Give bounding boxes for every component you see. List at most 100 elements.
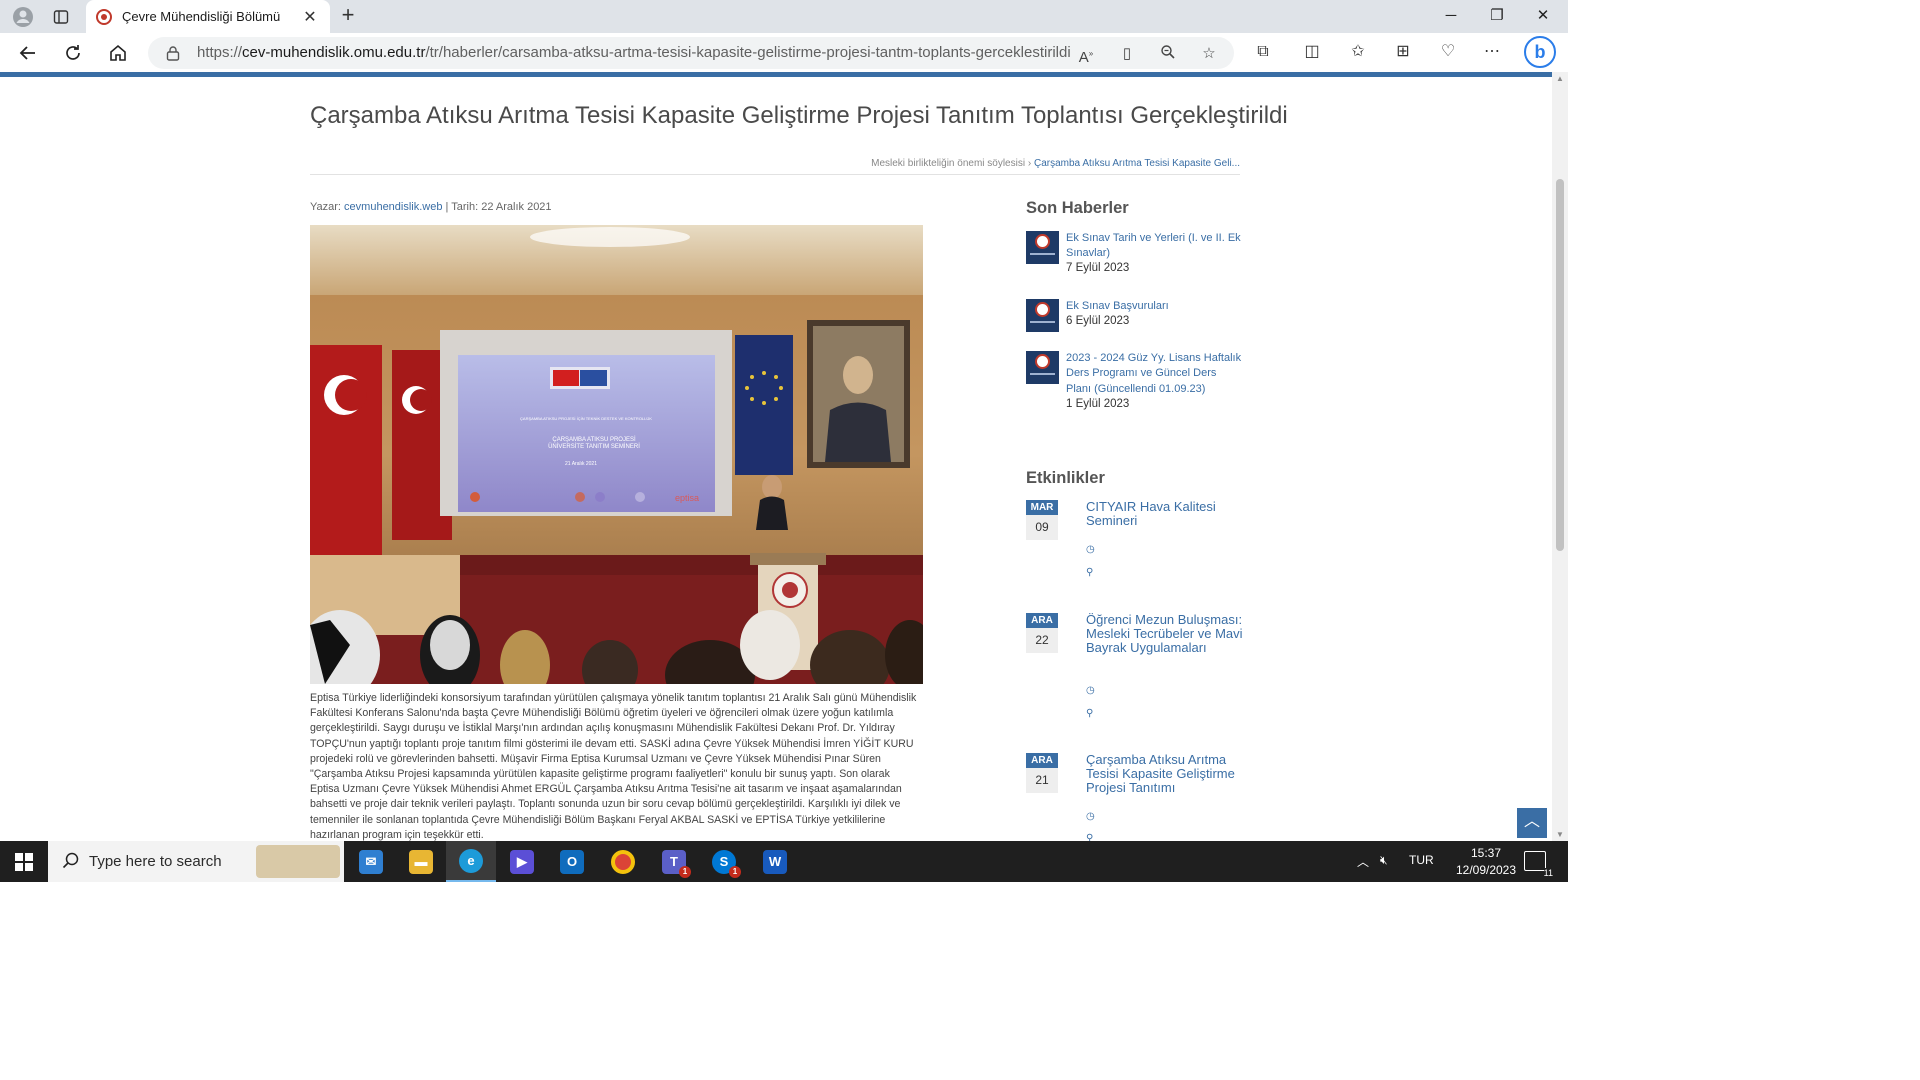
bing-icon[interactable]: b bbox=[1524, 36, 1556, 68]
favorites-icon[interactable]: ✩ bbox=[1347, 41, 1369, 63]
teams-icon[interactable]: T1 bbox=[649, 841, 699, 882]
search-highlight-image bbox=[256, 845, 340, 878]
lock-icon[interactable] bbox=[166, 45, 180, 61]
extensions-icon[interactable]: ⧉ bbox=[1252, 41, 1274, 63]
performance-icon[interactable]: ♡ bbox=[1437, 41, 1459, 63]
url-field[interactable]: https://cev-muhendislik.omu.edu.tr/tr/ha… bbox=[148, 37, 1234, 69]
event-month: ARA bbox=[1026, 613, 1058, 628]
tab-title: Çevre Mühendisliği Bölümü bbox=[122, 9, 281, 24]
author-label: Yazar: bbox=[310, 201, 341, 213]
word-icon[interactable]: W bbox=[750, 841, 800, 882]
article-meta: Yazar: cevmuhendislik.web | Tarih: 22 Ar… bbox=[310, 201, 552, 213]
event-title[interactable]: Öğrenci Mezun Buluşması: Mesleki Tecrübe… bbox=[1086, 612, 1244, 656]
breadcrumb-separator: › bbox=[1027, 158, 1032, 169]
file-explorer-icon[interactable]: ▬ bbox=[396, 841, 446, 882]
news-heading: Son Haberler bbox=[1026, 199, 1129, 217]
news-title[interactable]: Ek Sınav Tarih ve Yerleri (I. ve II. Ek … bbox=[1066, 231, 1242, 262]
chevron-up-icon[interactable]: ︿ bbox=[1357, 853, 1369, 870]
more-icon[interactable]: ⋯ bbox=[1481, 41, 1503, 63]
date-label: | Tarih: 22 Aralık 2021 bbox=[445, 201, 552, 213]
immersive-reader-icon[interactable]: ▯ bbox=[1117, 44, 1137, 64]
outlook-icon[interactable]: O bbox=[547, 841, 597, 882]
clock-icon: ◷ bbox=[1086, 544, 1095, 555]
scroll-down-icon[interactable]: ▼ bbox=[1556, 830, 1564, 839]
page-scrollbar[interactable]: ▲ ▼ bbox=[1552, 72, 1568, 841]
event-day: 09 bbox=[1026, 515, 1058, 540]
news-date: 7 Eylül 2023 bbox=[1066, 262, 1130, 274]
article-body: Eptisa Türkiye liderliğindeki konsorsiyu… bbox=[310, 692, 917, 841]
scroll-up-icon[interactable]: ▲ bbox=[1556, 74, 1564, 83]
slide-line-1: ÇARŞAMBA ATIKSU PROJESİ İÇİN TEKNİK DEST… bbox=[520, 416, 652, 421]
news-date: 6 Eylül 2023 bbox=[1066, 315, 1130, 327]
windows-start-button[interactable] bbox=[0, 841, 48, 882]
clock-icon: ◷ bbox=[1086, 685, 1095, 696]
read-aloud-icon[interactable]: A» bbox=[1076, 44, 1096, 66]
favorite-star-icon[interactable]: ☆ bbox=[1199, 44, 1219, 64]
breadcrumb-current[interactable]: Çarşamba Atıksu Arıtma Tesisi Kapasite G… bbox=[1034, 158, 1240, 169]
skype-badge: 1 bbox=[729, 865, 741, 878]
page-title: Çarşamba Atıksu Arıtma Tesisi Kapasite G… bbox=[310, 102, 1288, 129]
breadcrumb: Mesleki birlikteliğin önemi söylesisi › … bbox=[871, 158, 1240, 169]
news-item[interactable]: Ek Sınav Başvuruları 6 Eylül 2023 bbox=[1026, 299, 1242, 335]
events-heading: Etkinlikler bbox=[1026, 469, 1105, 487]
slide-logo: eptisa bbox=[675, 493, 699, 503]
system-clock[interactable]: 15:37 12/09/2023 bbox=[1441, 845, 1531, 879]
news-thumbnail bbox=[1026, 299, 1059, 332]
news-title[interactable]: Ek Sınav Başvuruları bbox=[1066, 299, 1242, 314]
taskbar-search-box[interactable]: Type here to search bbox=[48, 841, 344, 882]
close-tab-icon[interactable]: ✕ bbox=[300, 7, 320, 27]
new-tab-button[interactable]: + bbox=[336, 4, 360, 28]
scroll-to-top-button[interactable]: ︿ bbox=[1517, 808, 1547, 838]
event-month: ARA bbox=[1026, 753, 1058, 768]
divider bbox=[310, 174, 1240, 175]
video-editor-icon[interactable]: ▶ bbox=[497, 841, 547, 882]
news-thumbnail bbox=[1026, 351, 1059, 384]
clock-date: 12/09/2023 bbox=[1455, 863, 1517, 877]
home-icon[interactable] bbox=[106, 41, 130, 65]
active-tab[interactable]: Çevre Mühendisliği Bölümü ✕ bbox=[86, 0, 330, 33]
volume-muted-icon[interactable]: 🔇︎ bbox=[1380, 853, 1388, 868]
author-link[interactable]: cevmuhendislik.web bbox=[344, 201, 442, 213]
search-placeholder: Type here to search bbox=[89, 853, 222, 870]
location-pin-icon: ⚲ bbox=[1086, 833, 1094, 841]
collections-icon[interactable]: ⊞ bbox=[1392, 41, 1414, 63]
event-item[interactable]: MAR 09 CITYAIR Hava Kalitesi Semineri ◷ … bbox=[1026, 499, 1244, 580]
back-icon[interactable] bbox=[16, 41, 40, 65]
mail-icon[interactable]: ✉ bbox=[346, 841, 396, 882]
restore-button[interactable]: ❐ bbox=[1474, 4, 1520, 28]
news-item[interactable]: Ek Sınav Tarih ve Yerleri (I. ve II. Ek … bbox=[1026, 231, 1242, 281]
event-item[interactable]: ARA 21 Çarşamba Atıksu Arıtma Tesisi Kap… bbox=[1026, 752, 1244, 841]
edge-icon[interactable]: e bbox=[446, 841, 496, 882]
site-favicon-icon bbox=[96, 8, 112, 25]
event-day: 22 bbox=[1026, 628, 1058, 653]
split-screen-icon[interactable]: ◫ bbox=[1301, 41, 1323, 63]
profile-icon[interactable] bbox=[12, 6, 34, 28]
clock-icon: ◷ bbox=[1086, 811, 1095, 822]
tab-actions-icon[interactable] bbox=[50, 6, 72, 28]
notification-count: 11 bbox=[1543, 868, 1553, 878]
event-month: MAR bbox=[1026, 500, 1058, 515]
windows-taskbar: Type here to search ✉ ▬ e ▶ O T1 S1 W ︿ … bbox=[0, 841, 1568, 882]
breadcrumb-prev-link[interactable]: Mesleki birlikteliğin önemi söylesisi bbox=[871, 158, 1025, 169]
teams-badge: 1 bbox=[679, 865, 691, 878]
web-page: Çarşamba Atıksu Arıtma Tesisi Kapasite G… bbox=[0, 77, 1552, 841]
skype-icon[interactable]: S1 bbox=[699, 841, 749, 882]
slide-line-3: ÜNİVERSİTE TANITIM SEMİNERİ bbox=[548, 443, 640, 450]
chrome-icon[interactable] bbox=[598, 841, 648, 882]
close-window-button[interactable]: ✕ bbox=[1520, 4, 1566, 28]
address-toolbar: https://cev-muhendislik.omu.edu.tr/tr/ha… bbox=[0, 33, 1568, 72]
notification-center-icon[interactable]: 11 bbox=[1524, 851, 1553, 878]
event-day: 21 bbox=[1026, 768, 1058, 793]
input-language[interactable]: TUR bbox=[1409, 853, 1434, 867]
url-text: https://cev-muhendislik.omu.edu.tr/tr/ha… bbox=[197, 44, 1071, 61]
news-item[interactable]: 2023 - 2024 Güz Yy. Lisans Haftalık Ders… bbox=[1026, 351, 1242, 415]
news-title[interactable]: 2023 - 2024 Güz Yy. Lisans Haftalık Ders… bbox=[1066, 351, 1242, 397]
event-item[interactable]: ARA 22 Öğrenci Mezun Buluşması: Mesleki … bbox=[1026, 612, 1244, 723]
minimize-button[interactable]: ─ bbox=[1428, 4, 1474, 28]
event-title[interactable]: CITYAIR Hava Kalitesi Semineri bbox=[1086, 499, 1244, 528]
location-pin-icon: ⚲ bbox=[1086, 567, 1094, 578]
event-title[interactable]: Çarşamba Atıksu Arıtma Tesisi Kapasite G… bbox=[1086, 752, 1244, 796]
refresh-icon[interactable] bbox=[61, 41, 85, 65]
zoom-icon[interactable] bbox=[1158, 44, 1178, 64]
scrollbar-thumb[interactable] bbox=[1556, 179, 1564, 551]
